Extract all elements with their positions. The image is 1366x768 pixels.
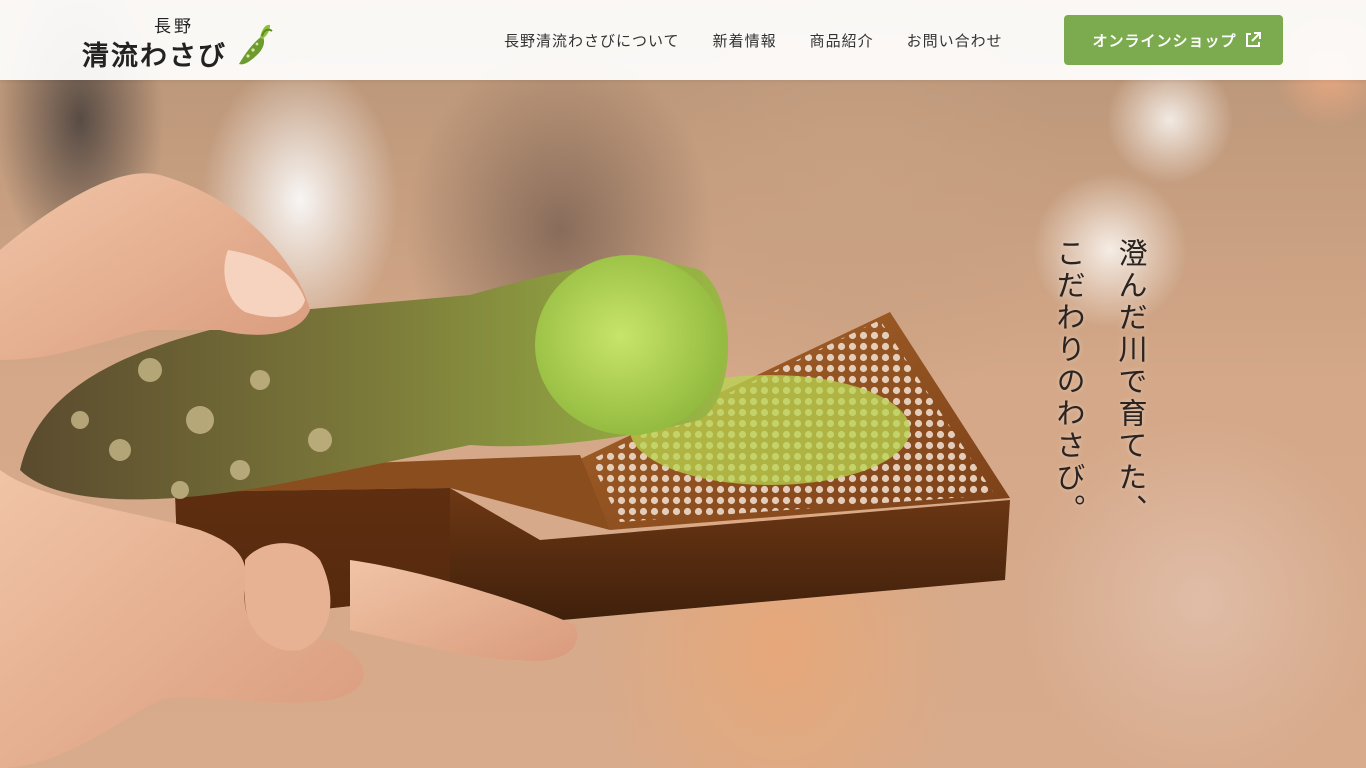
- nav-item-products[interactable]: 商品紹介: [810, 30, 874, 51]
- site-header: 長野 清流わさび 長野清流わさびについて 新着情報 商品紹介 お問い合わせ オン…: [0, 0, 1366, 80]
- online-shop-label: オンラインショップ: [1092, 31, 1237, 50]
- site-logo[interactable]: 長野 清流わさび: [82, 10, 274, 72]
- global-nav: 長野清流わさびについて 新着情報 商品紹介 お問い合わせ: [490, 0, 1022, 80]
- online-shop-button[interactable]: オンラインショップ: [1064, 15, 1283, 65]
- nav-item-contact[interactable]: お問い合わせ: [907, 30, 1003, 51]
- catch-line-2: こだわりのわさび。: [1052, 238, 1086, 526]
- logo-large-text: 清流わさび: [82, 41, 227, 72]
- page: 澄んだ川で育てた、 こだわりのわさび。 長野 清流わさび 長野清流わさびについて…: [0, 0, 1366, 768]
- nav-item-news[interactable]: 新着情報: [713, 30, 777, 51]
- nav-item-about[interactable]: 長野清流わさびについて: [504, 30, 680, 51]
- external-link-icon: [1245, 32, 1261, 48]
- catch-line-1: 澄んだ川で育てた、: [1114, 238, 1148, 526]
- wasabi-root-icon: [239, 24, 273, 65]
- hero-catchphrase: 澄んだ川で育てた、 こだわりのわさび。: [1038, 238, 1162, 526]
